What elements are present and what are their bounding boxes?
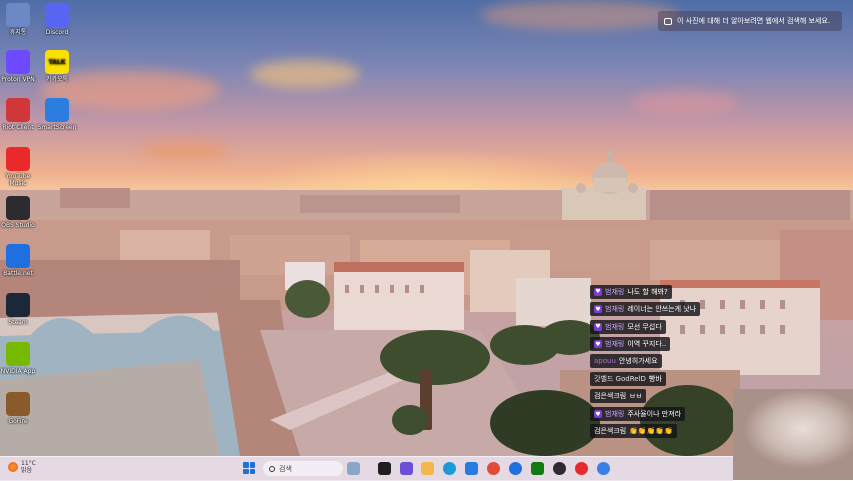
chat-message: 검은색크림 ㅂㅂ bbox=[590, 383, 740, 403]
webcam-overlay bbox=[733, 389, 853, 480]
chat-username: 갓벨드 GodRelD bbox=[594, 374, 646, 383]
weather-widget[interactable]: 11°C 맑음 bbox=[8, 460, 36, 474]
desktop-icon-steam[interactable]: Steam bbox=[0, 293, 38, 326]
desktop-icon-label: Discord bbox=[45, 29, 69, 36]
desktop-icon-label: Proton VPN bbox=[1, 76, 35, 83]
taskbar-youtube-music-icon[interactable] bbox=[575, 462, 588, 475]
taskbar-file-explorer-icon[interactable] bbox=[378, 462, 391, 475]
chat-message: ♥ 범재링 이역 꾸지다.. bbox=[590, 331, 740, 351]
desktop-icon-kakaotalk[interactable]: TALK 카카오톡 bbox=[37, 50, 77, 83]
search-placeholder: 검색 bbox=[279, 464, 292, 473]
windows-app-icon bbox=[45, 98, 69, 122]
recycle-bin-icon bbox=[6, 3, 30, 27]
desktop-icon-label: YouTube Music bbox=[5, 173, 31, 187]
tree bbox=[285, 280, 330, 318]
windows-logo-icon bbox=[243, 462, 249, 468]
battlenet-icon bbox=[6, 244, 30, 268]
obs-studio-icon bbox=[6, 196, 30, 220]
chat-message: ♥ 범재링 나도 할 해봐? bbox=[590, 278, 740, 299]
taskbar-battlenet-icon[interactable] bbox=[509, 462, 522, 475]
chat-message: 검은색크림 👏👏👏👏👏 bbox=[590, 418, 740, 438]
desktop-icon-obs-studio[interactable]: OBS Studio bbox=[0, 196, 38, 229]
taskbar-store-icon[interactable] bbox=[465, 462, 478, 475]
chat-message: ♥ 범재링 주사율이나 만져라 bbox=[590, 401, 740, 421]
search-icon bbox=[269, 465, 275, 472]
nvidia-icon bbox=[6, 342, 30, 366]
kakaotalk-icon: TALK bbox=[45, 50, 69, 74]
weather-temp: 11°C bbox=[21, 460, 36, 467]
pine-tree bbox=[380, 330, 490, 385]
desktop-icon-label: SmartScreen bbox=[37, 124, 77, 131]
chat-username: apouu bbox=[594, 357, 616, 365]
desktop-icon-youtube-music[interactable]: YouTube Music bbox=[0, 147, 38, 187]
desktop-icon-riot-client[interactable]: Riot Client bbox=[0, 98, 38, 131]
steam-icon bbox=[6, 293, 30, 317]
desktop-icon-discord[interactable]: Discord bbox=[37, 3, 77, 36]
subscriber-badge-icon: ♥ bbox=[594, 340, 602, 348]
subscriber-badge-icon: ♥ bbox=[594, 287, 602, 296]
chat-username: 검은색크림 bbox=[594, 427, 627, 435]
taskbar: 11°C 맑음 검색 bbox=[0, 456, 733, 481]
wallpaper-search-hint[interactable]: 이 사진에 대해 더 알아보려면 웹에서 검색해 보세요. bbox=[658, 11, 842, 31]
desktop-icon-recycle-bin[interactable]: 휴지통 bbox=[0, 3, 38, 36]
desktop-icon-label: GoFire bbox=[8, 418, 28, 425]
desktop-icon-label: Battle.net bbox=[3, 270, 33, 277]
chat-bubble: 검은색크림 👏👏👏👏👏 bbox=[590, 424, 677, 438]
chat-text: 빵바 bbox=[648, 374, 662, 383]
chat-message: ♥ 범재링 모선 무섭다 bbox=[590, 313, 740, 334]
youtube-music-icon bbox=[6, 147, 30, 171]
game-app-icon bbox=[6, 392, 30, 416]
weather-condition: 맑음 bbox=[21, 467, 33, 474]
taskbar-widgets-icon[interactable] bbox=[400, 462, 413, 475]
taskbar-edge-icon[interactable] bbox=[443, 462, 456, 475]
pine-tree bbox=[490, 390, 600, 456]
desktop-icon-battlenet[interactable]: Battle.net bbox=[0, 244, 38, 277]
desktop-icon-protonvpn[interactable]: Proton VPN bbox=[0, 50, 38, 83]
subscriber-badge-icon: ♥ bbox=[594, 410, 602, 418]
sun-icon bbox=[8, 462, 18, 472]
chat-message: ♥ 범재링 레이너는 안쓰는게 낫나 bbox=[590, 296, 740, 316]
subscriber-badge-icon: ♥ bbox=[594, 305, 602, 313]
riot-client-icon bbox=[6, 98, 30, 122]
taskbar-chrome-icon[interactable] bbox=[487, 462, 500, 475]
tree bbox=[392, 405, 428, 435]
taskbar-search[interactable]: 검색 bbox=[263, 461, 343, 476]
stream-chat-overlay: ♥ 범재링 나도 할 해봐? ♥ 범재링 레이너는 안쓰는게 낫나 ♥ 범재링 모선 무섭다 ♥ 범… bbox=[590, 278, 740, 438]
taskbar-xbox-icon[interactable] bbox=[531, 462, 544, 475]
subscriber-badge-icon: ♥ bbox=[594, 322, 602, 331]
camera-icon bbox=[664, 17, 672, 25]
chat-message: 갓벨드 GodRelD 빵바 bbox=[590, 366, 740, 386]
desktop-icon-label: Riot Client bbox=[2, 124, 34, 131]
desktop-icon-label: 휴지통 bbox=[9, 29, 27, 36]
desktop-icon-label: 카카오톡 bbox=[45, 76, 69, 83]
taskbar-obs-studio-icon[interactable] bbox=[553, 462, 566, 475]
desktop-icon-label: OBS Studio bbox=[1, 222, 35, 229]
chat-text: 안녕히가세요 bbox=[618, 357, 658, 365]
desktop-icon-label: Steam bbox=[8, 319, 28, 326]
desktop-icon-game-app[interactable]: GoFire bbox=[0, 392, 38, 425]
taskbar-folder-icon[interactable] bbox=[421, 462, 434, 475]
desktop-icon-windows-app[interactable]: SmartScreen bbox=[37, 98, 77, 131]
desktop-icon-nvidia[interactable]: NVIDIA App bbox=[0, 342, 38, 375]
desktop-icon-label: NVIDIA App bbox=[0, 368, 36, 375]
chat-username: 검은색크림 bbox=[594, 392, 627, 400]
chat-text: ㅂㅂ bbox=[629, 392, 643, 400]
chat-text: 👏👏👏👏👏 bbox=[629, 427, 673, 435]
start-button[interactable] bbox=[243, 462, 255, 474]
taskbar-copilot-icon[interactable] bbox=[347, 462, 360, 475]
discord-icon bbox=[45, 3, 69, 27]
taskbar-battlenet-icon[interactable] bbox=[597, 462, 610, 475]
hint-text: 이 사진에 대해 더 알아보려면 웹에서 검색해 보세요. bbox=[677, 17, 831, 25]
protonvpn-icon bbox=[6, 50, 30, 74]
